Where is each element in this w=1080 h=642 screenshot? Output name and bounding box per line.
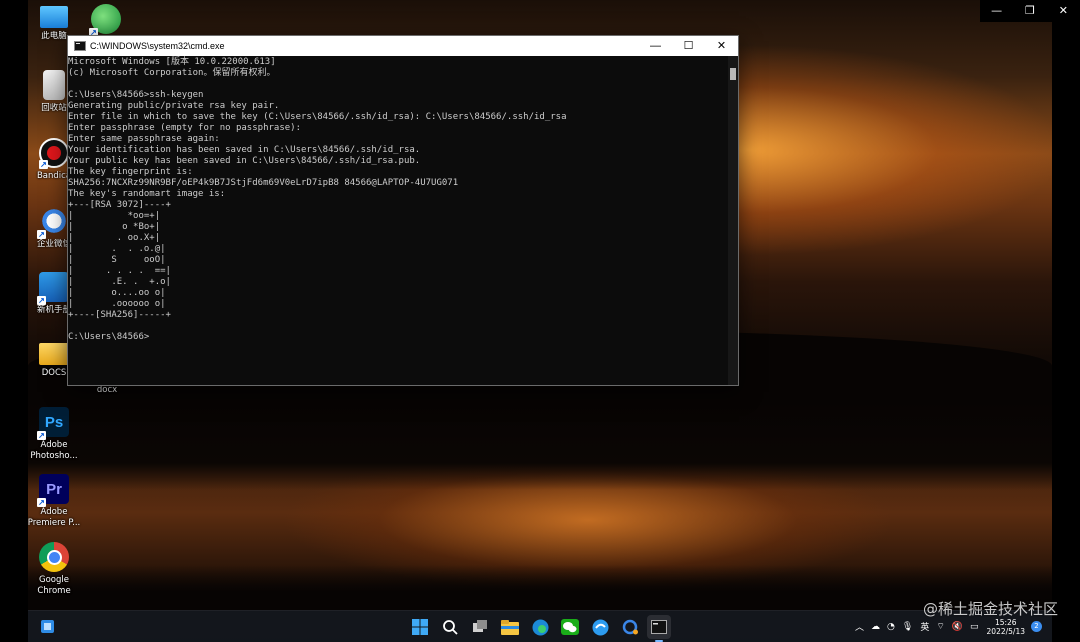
taskbar-file-explorer[interactable] [498, 615, 522, 639]
console-line: | .E. . +.o| [68, 277, 171, 287]
console-line: | o....oo o| [68, 288, 166, 298]
taskbar-edge[interactable] [528, 615, 552, 639]
taskbar-browser[interactable] [588, 615, 612, 639]
wecom-icon [622, 619, 638, 634]
cmd-console-output[interactable]: Microsoft Windows [版本 10.0.22000.613] (c)… [68, 56, 728, 385]
tray-overflow-chevron-icon[interactable]: ︿ [855, 620, 864, 633]
taskbar-clock[interactable]: 15:26 2022/5/13 [987, 618, 1025, 636]
desktop-icon-idm[interactable]: ↗ [78, 4, 134, 37]
console-line: | . oo.X+| [68, 233, 161, 243]
cmd-window[interactable]: C:\WINDOWS\system32\cmd.exe — ☐ ✕ Micros… [67, 35, 739, 386]
hill-band [28, 400, 1052, 490]
folder-icon [39, 343, 69, 365]
remote-window-controls: — ❐ ✕ [980, 0, 1080, 22]
taskbar-start-button[interactable] [408, 615, 432, 639]
console-line: The key fingerprint is: [68, 167, 193, 177]
desktop-icon-label: docx [96, 385, 118, 395]
desktop-icon-chrome[interactable]: Google Chrome [28, 542, 82, 597]
remote-minimize-button[interactable]: — [980, 0, 1013, 22]
console-line: | . . . . ==| [68, 266, 171, 276]
widgets-button[interactable] [40, 619, 55, 634]
battery-icon[interactable]: ▭ [970, 622, 979, 632]
notification-badge[interactable]: 2 [1031, 621, 1042, 632]
console-line: Microsoft Windows [版本 10.0.22000.613] [68, 57, 276, 67]
taskbar-search-button[interactable] [438, 615, 462, 639]
taskbar-task-view-button[interactable] [468, 615, 492, 639]
desktop-icon-label: Google Chrome [37, 575, 71, 596]
console-line: C:\Users\84566>ssh-keygen [68, 90, 204, 100]
desktop-icon-label: Adobe Photosho... [30, 440, 78, 461]
remote-close-button[interactable]: ✕ [1047, 0, 1080, 22]
browser-icon [592, 619, 608, 635]
desktop-icon-premiere[interactable]: Pr ↗ Adobe Premiere P... [28, 474, 82, 529]
cmd-scrollbar-thumb[interactable] [730, 68, 736, 80]
photoshop-icon: Ps ↗ [37, 407, 69, 440]
console-line: Enter passphrase (empty for no passphras… [68, 123, 301, 133]
taskbar: ︿ ☁ ◔ 🎙 英 ⌔ 🔇 ▭ 15:26 2022/5/13 2 [28, 610, 1052, 642]
console-line: Your public key has been saved in C:\Use… [68, 156, 421, 166]
cmd-window-title: C:\WINDOWS\system32\cmd.exe [90, 41, 225, 51]
console-line: The key's randomart image is: [68, 189, 226, 199]
monitor-icon [40, 6, 68, 28]
cmd-title-bar[interactable]: C:\WINDOWS\system32\cmd.exe — ☐ ✕ [68, 36, 738, 56]
download-manager-icon: ↗ [89, 4, 121, 37]
wecom-icon: ↗ [37, 206, 69, 239]
console-line: Generating public/private rsa key pair. [68, 101, 280, 111]
wechat-icon [561, 619, 579, 635]
task-view-icon [473, 620, 487, 632]
file-explorer-icon [501, 620, 519, 635]
ime-indicator[interactable]: 英 [920, 620, 929, 633]
tray-app-icon[interactable]: ◔ [887, 622, 895, 632]
console-line: | o *Bo+| [68, 222, 161, 232]
widgets-icon [41, 620, 54, 633]
watermark: @稀土掘金技术社区 [922, 600, 1058, 618]
taskbar-wecom[interactable] [618, 615, 642, 639]
onedrive-cloud-icon[interactable]: ☁ [871, 622, 880, 632]
console-line: Your identification has been saved in C:… [68, 145, 421, 155]
console-line: +----[SHA256]-----+ [68, 310, 171, 320]
terminal-icon [651, 620, 667, 634]
console-line: SHA256:7NCXRz99NR9BF/oEP4k9B7JStjFd6m69V… [68, 178, 459, 188]
console-line: Enter file in which to save the key (C:\… [68, 112, 567, 122]
clock-date: 2022/5/13 [986, 626, 1025, 636]
shoreline [28, 565, 1052, 610]
console-line: | S ooO| [68, 255, 166, 265]
console-line: Enter same passphrase again: [68, 134, 220, 144]
windows-start-icon [412, 619, 428, 635]
console-line: C:\Users\84566> [68, 332, 150, 342]
speaker-muted-icon[interactable]: 🔇 [952, 622, 963, 632]
wifi-icon[interactable]: ⌔ [936, 621, 944, 632]
console-line: | .oooooo o| [68, 299, 166, 309]
console-line: | *oo=+| [68, 211, 161, 221]
desktop-icon-photoshop[interactable]: Ps ↗ Adobe Photosho... [28, 407, 82, 462]
edge-icon [532, 619, 548, 635]
microphone-icon[interactable]: 🎙 [902, 622, 913, 632]
chrome-icon [39, 542, 69, 572]
cmd-scrollbar[interactable] [728, 56, 738, 385]
remote-restore-button[interactable]: ❐ [1013, 0, 1046, 22]
cmd-close-button[interactable]: ✕ [705, 36, 738, 56]
console-line: | . . .o.@| [68, 244, 166, 254]
console-line: +---[RSA 3072]----+ [68, 200, 171, 210]
console-line: (c) Microsoft Corporation。保留所有权利。 [68, 68, 276, 78]
premiere-icon: Pr ↗ [37, 474, 69, 507]
search-icon [443, 620, 458, 635]
cmd-minimize-button[interactable]: — [639, 36, 672, 56]
cmd-maximize-button[interactable]: ☐ [672, 36, 705, 56]
document-icon: ↗ [37, 272, 69, 305]
desktop-icon-docx[interactable]: docx [79, 385, 135, 396]
taskbar-wechat[interactable] [558, 615, 582, 639]
taskbar-terminal-active[interactable] [647, 615, 671, 642]
record-icon: ↗ [39, 138, 69, 169]
recycle-bin-icon [43, 70, 65, 100]
cmd-app-icon [74, 41, 86, 51]
desktop-icon-label: Adobe Premiere P... [28, 507, 81, 528]
